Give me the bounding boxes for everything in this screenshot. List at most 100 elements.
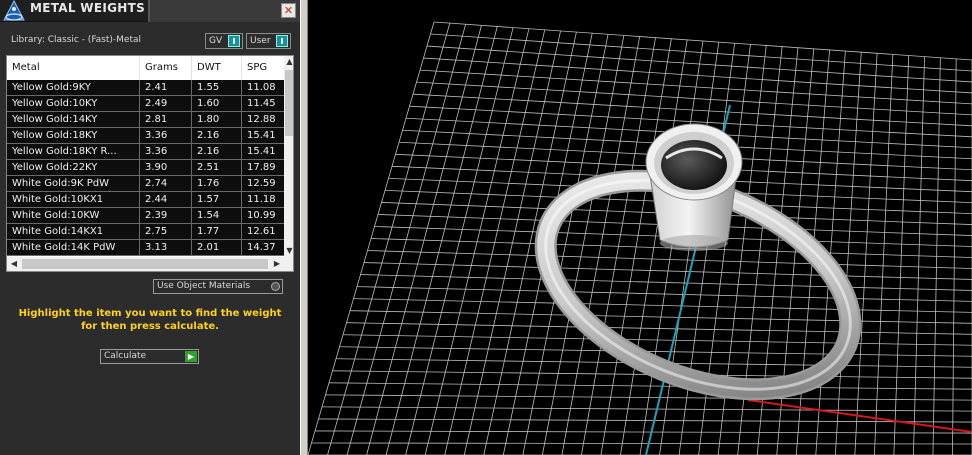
cell-metal: Yellow Gold:9KY bbox=[7, 80, 140, 95]
gv-toggle-switch-icon bbox=[228, 35, 240, 47]
grid-line bbox=[426, 45, 972, 83]
cell-spg: 17.89 bbox=[247, 162, 276, 173]
grid-line bbox=[339, 346, 972, 357]
close-button[interactable]: ✕ bbox=[281, 3, 296, 18]
viewport-canvas bbox=[308, 21, 972, 455]
column-header-dwt[interactable]: DWT bbox=[192, 56, 242, 80]
table-row[interactable]: White Gold:14K PdW 3.13 2.01 14.37 bbox=[7, 240, 284, 256]
cell-dwt: 1.76 bbox=[192, 176, 242, 191]
cell-dwt: 1.54 bbox=[192, 208, 242, 223]
cell-grams: 2.44 bbox=[140, 192, 192, 207]
cell-spg: 12.61 bbox=[247, 226, 276, 237]
scroll-down-icon[interactable]: ▼ bbox=[284, 245, 293, 257]
table-row[interactable]: Yellow Gold:10KY 2.49 1.60 11.45 bbox=[7, 96, 284, 112]
cell-grams: 2.75 bbox=[140, 224, 192, 239]
cell-grams: 2.74 bbox=[140, 176, 192, 191]
cell-metal: Yellow Gold:18KY bbox=[7, 128, 140, 143]
cell-dwt: 1.60 bbox=[192, 96, 242, 111]
cell-spg: 11.08 bbox=[247, 82, 276, 93]
ring-model[interactable] bbox=[515, 123, 881, 430]
table-row[interactable]: Yellow Gold:18KY R... 3.36 2.16 15.41 bbox=[7, 144, 284, 160]
library-label: Library: Classic - (Fast)-Metal bbox=[11, 35, 142, 45]
vertical-scrollbar[interactable]: ▲ ▼ bbox=[284, 56, 293, 257]
table-body: Yellow Gold:9KY 2.41 1.55 11.08 Yellow G… bbox=[7, 80, 284, 256]
cell-dwt: 1.57 bbox=[192, 192, 242, 207]
cell-grams: 2.39 bbox=[140, 208, 192, 223]
scroll-left-icon[interactable]: ◀ bbox=[7, 257, 21, 271]
cell-metal: Yellow Gold:14KY bbox=[7, 112, 140, 127]
perspective-grid bbox=[308, 21, 972, 455]
table-row[interactable]: White Gold:10KW 2.39 1.54 10.99 bbox=[7, 208, 284, 224]
3d-viewport[interactable] bbox=[308, 0, 972, 455]
gv-toggle-label: GV bbox=[209, 36, 223, 46]
cell-grams: 3.13 bbox=[140, 240, 192, 255]
app-logo-icon bbox=[2, 0, 26, 22]
calculate-button[interactable]: Calculate ▶ bbox=[100, 349, 199, 364]
cell-spg: 12.59 bbox=[247, 178, 276, 189]
horizontal-scrollbar[interactable]: ◀ ▶ bbox=[7, 257, 284, 271]
app-root: METAL WEIGHTS ✕ Library: Classic - (Fast… bbox=[0, 0, 972, 455]
cell-metal: White Gold:14K PdW bbox=[7, 240, 140, 255]
column-header-grams[interactable]: Grams bbox=[140, 56, 192, 80]
cell-metal: White Gold:9K PdW bbox=[7, 176, 140, 191]
scroll-up-icon[interactable]: ▲ bbox=[284, 56, 293, 68]
cell-dwt: 2.51 bbox=[192, 160, 242, 175]
column-header-spg[interactable]: SPG bbox=[242, 56, 284, 80]
grid-line bbox=[430, 33, 972, 72]
cell-dwt: 1.80 bbox=[192, 112, 242, 127]
instruction-line-1: Highlight the item you want to find the … bbox=[18, 308, 282, 319]
cell-spg: 15.41 bbox=[247, 130, 276, 141]
column-header-metal[interactable]: Metal bbox=[7, 56, 140, 80]
scrollbar-corner bbox=[284, 257, 293, 271]
calculate-label: Calculate bbox=[104, 351, 147, 361]
table-row[interactable]: White Gold:10KX1 2.44 1.57 11.18 bbox=[7, 192, 284, 208]
cell-spg: 15.41 bbox=[247, 146, 276, 157]
table-row[interactable]: Yellow Gold:18KY 3.36 2.16 15.41 bbox=[7, 128, 284, 144]
cell-dwt: 1.77 bbox=[192, 224, 242, 239]
table-header: Metal Grams DWT SPG bbox=[7, 56, 284, 80]
grid-line bbox=[433, 21, 972, 61]
cell-grams: 3.90 bbox=[140, 160, 192, 175]
radio-icon bbox=[271, 282, 280, 291]
cell-spg: 12.88 bbox=[247, 114, 276, 125]
x-axis-line bbox=[747, 399, 972, 433]
grid-line bbox=[349, 310, 972, 324]
title-bar: METAL WEIGHTS ✕ bbox=[0, 0, 300, 22]
cell-metal: White Gold:10KW bbox=[7, 208, 140, 223]
grid-line bbox=[346, 322, 972, 335]
metal-weights-panel: METAL WEIGHTS ✕ Library: Classic - (Fast… bbox=[0, 0, 300, 455]
user-toggle-label: User bbox=[250, 36, 271, 46]
grid-line bbox=[342, 334, 972, 346]
instruction-text: Highlight the item you want to find the … bbox=[10, 307, 290, 333]
instruction-line-2: for then press calculate. bbox=[81, 321, 219, 332]
cell-metal: Yellow Gold:18KY R... bbox=[7, 144, 140, 159]
title-bar-spacer bbox=[150, 0, 300, 22]
gv-toggle[interactable]: GV bbox=[205, 33, 243, 49]
vertical-scroll-thumb[interactable] bbox=[285, 70, 293, 136]
table-row[interactable]: White Gold:14KX1 2.75 1.77 12.61 bbox=[7, 224, 284, 240]
table-row[interactable]: Yellow Gold:14KY 2.81 1.80 12.88 bbox=[7, 112, 284, 128]
window-title: METAL WEIGHTS bbox=[30, 1, 146, 15]
cell-spg: 10.99 bbox=[247, 210, 276, 221]
cell-metal: White Gold:14KX1 bbox=[7, 224, 140, 239]
cell-grams: 2.49 bbox=[140, 96, 192, 111]
scroll-right-icon[interactable]: ▶ bbox=[270, 257, 284, 271]
cell-grams: 3.36 bbox=[140, 128, 192, 143]
cell-dwt: 2.16 bbox=[192, 128, 242, 143]
cell-grams: 3.36 bbox=[140, 144, 192, 159]
cell-dwt: 2.16 bbox=[192, 144, 242, 159]
use-object-materials-toggle[interactable]: Use Object Materials bbox=[153, 279, 283, 294]
user-toggle[interactable]: User bbox=[246, 33, 291, 49]
cell-grams: 2.41 bbox=[140, 80, 192, 95]
horizontal-scroll-thumb[interactable] bbox=[22, 259, 268, 269]
cell-metal: Yellow Gold:22KY bbox=[7, 160, 140, 175]
cell-spg: 11.45 bbox=[247, 98, 276, 109]
grid-line bbox=[353, 298, 972, 313]
table-row[interactable]: Yellow Gold:22KY 3.90 2.51 17.89 bbox=[7, 160, 284, 176]
cell-spg: 11.18 bbox=[247, 194, 276, 205]
grid-line bbox=[356, 286, 972, 302]
panel-splitter[interactable] bbox=[300, 0, 308, 455]
cell-metal: White Gold:10KX1 bbox=[7, 192, 140, 207]
table-row[interactable]: Yellow Gold:9KY 2.41 1.55 11.08 bbox=[7, 80, 284, 96]
table-row[interactable]: White Gold:9K PdW 2.74 1.76 12.59 bbox=[7, 176, 284, 192]
